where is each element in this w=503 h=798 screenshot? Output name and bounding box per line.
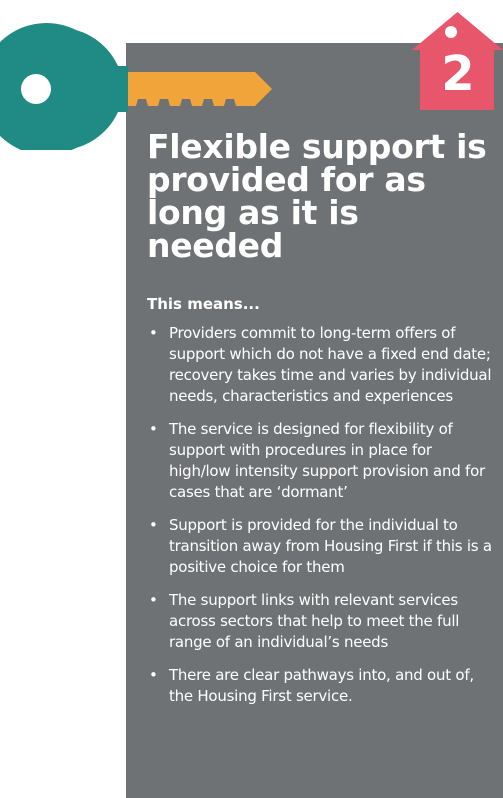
section-subtitle: This means... (147, 295, 260, 313)
list-item: • Support is provided for the individual … (147, 515, 497, 578)
section-number: 2 (441, 46, 475, 102)
bullet-icon: • (149, 666, 158, 684)
list-item: • The support links with relevant service… (147, 590, 497, 653)
list-item-text: There are clear pathways into, and out o… (169, 666, 474, 705)
list-item-text: The service is designed for flexibility … (169, 420, 485, 501)
list-item: • The service is designed for flexibility… (147, 419, 497, 503)
list-item: • There are clear pathways into, and out … (147, 665, 497, 707)
bullet-icon: • (149, 324, 158, 342)
list-item: • Providers commit to long-term offers of… (147, 323, 497, 407)
key-blade (110, 72, 272, 106)
bullet-icon: • (149, 591, 158, 609)
list-item-text: The support links with relevant services… (169, 591, 460, 651)
bullet-list: • Providers commit to long-term offers of… (147, 323, 497, 719)
bullet-icon: • (149, 420, 158, 438)
page-title: Flexible support is provided for as long… (147, 127, 487, 265)
list-item-text: Providers commit to long-term offers of … (169, 324, 492, 405)
key-bow (0, 23, 128, 150)
bullet-icon: • (149, 516, 158, 534)
list-item-text: Support is provided for the individual t… (169, 516, 492, 576)
